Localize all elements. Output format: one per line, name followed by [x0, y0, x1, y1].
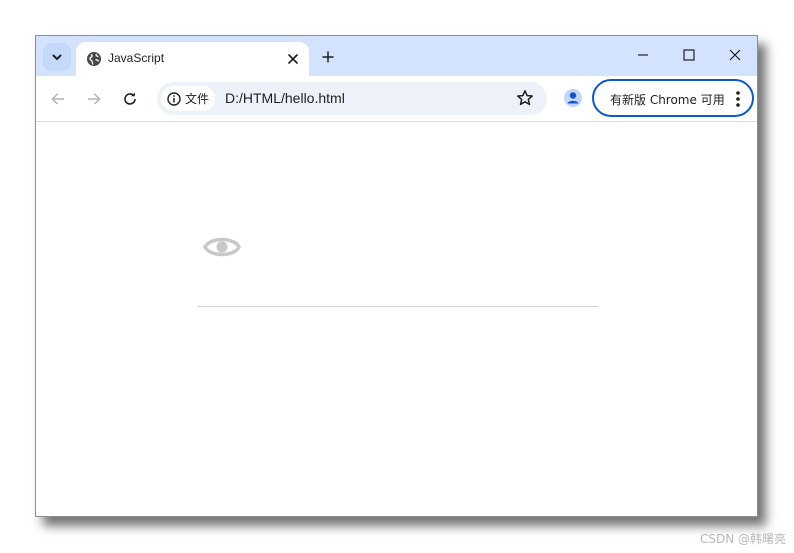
minimize-button[interactable] [623, 40, 663, 70]
maximize-icon [683, 49, 695, 61]
globe-icon [87, 52, 101, 66]
reload-icon [124, 92, 136, 105]
close-window-button[interactable] [715, 40, 755, 70]
info-icon [167, 91, 181, 106]
divider [198, 306, 598, 307]
tab-title: JavaScript [108, 51, 165, 65]
more-vert-icon [736, 91, 740, 107]
tab-close-button[interactable] [283, 49, 303, 69]
page-content [36, 122, 757, 516]
back-button[interactable] [45, 86, 71, 112]
plus-icon [322, 51, 334, 63]
url-text[interactable]: D:/HTML/hello.html [225, 90, 345, 106]
site-info-label: 文件 [185, 92, 210, 106]
tab-javascript[interactable]: JavaScript [76, 42, 309, 76]
tab-strip: JavaScript [36, 36, 757, 76]
update-label: 有新版 Chrome 可用 [610, 93, 725, 107]
star-icon [517, 90, 533, 106]
bookmark-button[interactable] [515, 88, 535, 108]
forward-button[interactable] [81, 86, 107, 112]
minimize-icon [638, 54, 648, 56]
close-icon [729, 49, 741, 61]
arrow-left-icon [51, 93, 64, 105]
close-icon [288, 54, 298, 64]
profile-button[interactable] [561, 86, 585, 110]
reload-button[interactable] [117, 86, 143, 112]
person-icon [564, 89, 582, 107]
new-tab-button[interactable] [317, 46, 339, 68]
watermark: CSDN @韩曙亮 [699, 532, 786, 546]
maximize-button[interactable] [669, 40, 709, 70]
update-chrome-button[interactable]: 有新版 Chrome 可用 [592, 79, 754, 117]
chevron-down-icon [52, 54, 62, 60]
arrow-right-icon [88, 93, 101, 105]
menu-button[interactable] [732, 90, 744, 108]
address-bar[interactable]: 文件 D:/HTML/hello.html [157, 82, 547, 115]
tab-search-button[interactable] [43, 43, 71, 71]
eye-icon [203, 237, 241, 257]
site-info-chip[interactable]: 文件 [161, 86, 215, 111]
browser-window: JavaScript 文件 D:/HTML/hello.html 有新版 Chr… [35, 35, 758, 517]
toolbar: 文件 D:/HTML/hello.html 有新版 Chrome 可用 [36, 76, 757, 122]
